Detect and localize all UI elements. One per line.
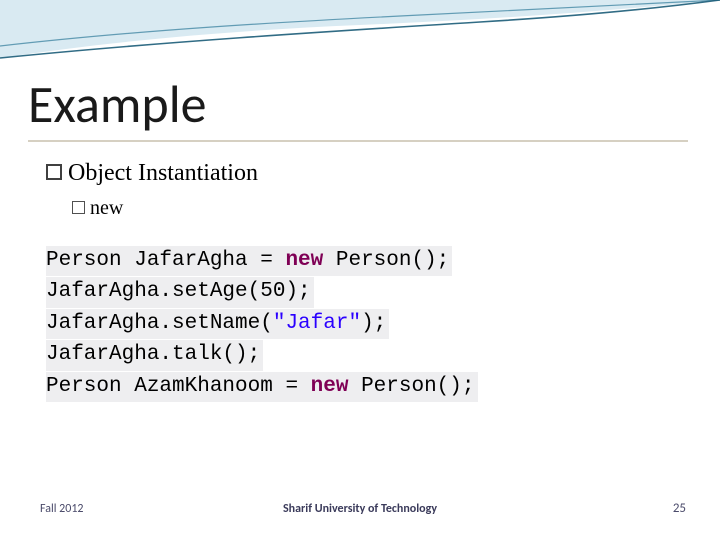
- bullet-text: Object Instantiation: [68, 160, 258, 186]
- code-line: Person JafarAgha = new Person();: [46, 246, 452, 276]
- bullet-box-icon: [72, 201, 85, 214]
- code-line: JafarAgha.setName("Jafar");: [46, 309, 389, 339]
- slide-title: Example: [28, 72, 688, 142]
- bullet-level2: new: [72, 197, 123, 220]
- bullet-text: new: [90, 197, 123, 219]
- footer-center: Sharif University of Technology: [0, 502, 720, 516]
- bullet-box-icon: [46, 164, 62, 180]
- page-number: 25: [673, 501, 686, 516]
- code-line: JafarAgha.setAge(50);: [46, 277, 314, 307]
- slide-decorative-header: [0, 0, 720, 70]
- bullet-level1: Object Instantiation: [46, 160, 258, 187]
- code-line: Person AzamKhanoom = new Person();: [46, 372, 478, 402]
- code-block: Person JafarAgha = new Person(); JafarAg…: [46, 246, 478, 403]
- code-line: JafarAgha.talk();: [46, 340, 263, 370]
